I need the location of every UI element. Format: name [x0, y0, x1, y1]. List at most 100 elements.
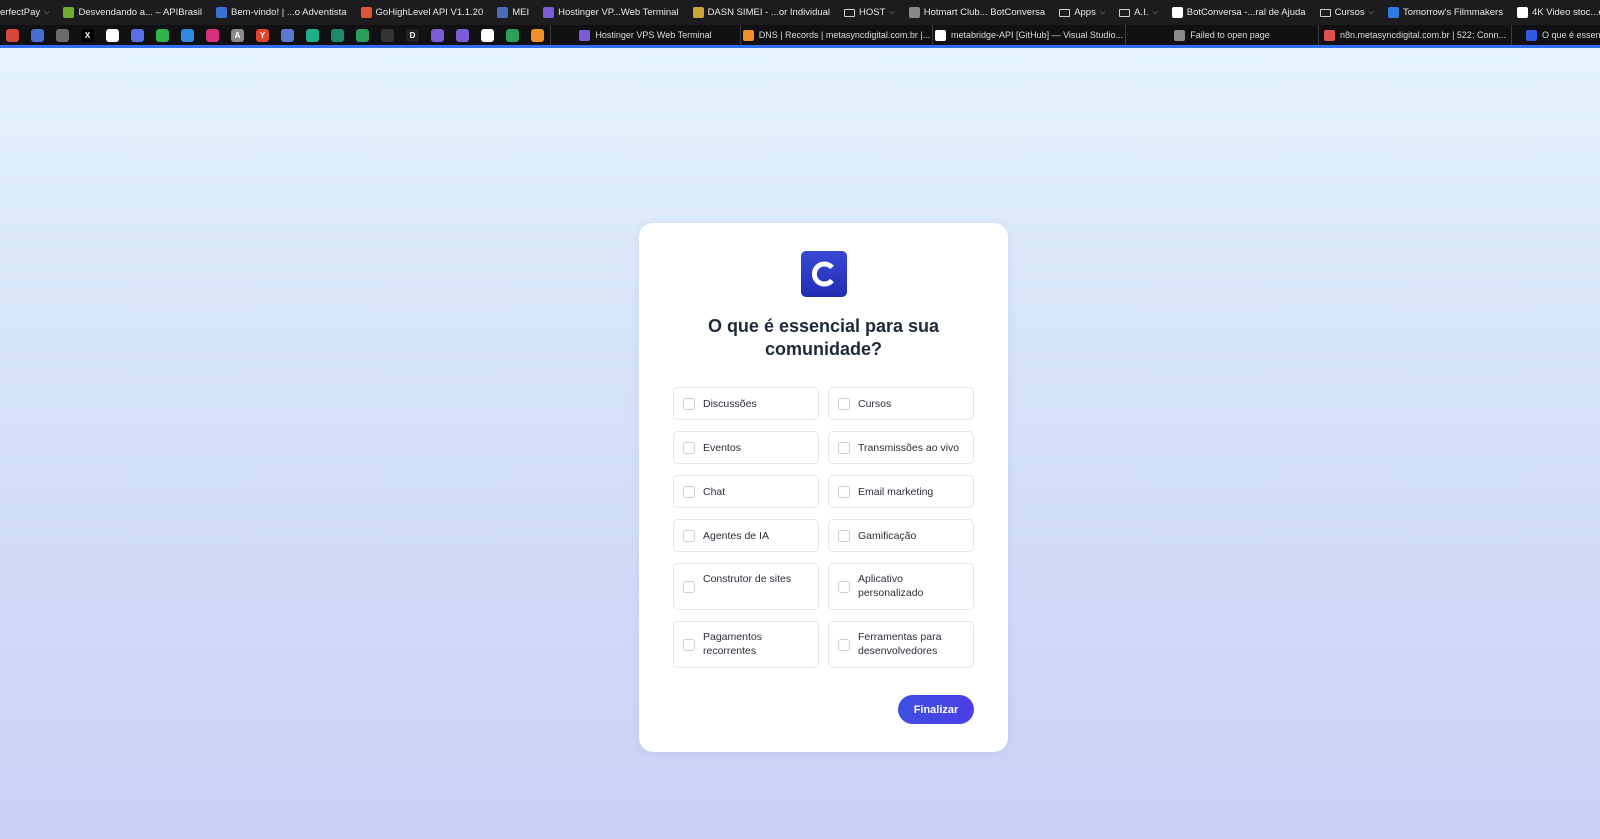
- evernote-icon: [156, 28, 169, 42]
- logo-c-icon: [811, 261, 834, 287]
- tab-label: Failed to open page: [1190, 30, 1270, 40]
- bookmark-label: DASN SIMEI - ...or Individual: [707, 7, 831, 18]
- pinned-tab[interactable]: [325, 25, 350, 45]
- pinned-tab[interactable]: [450, 25, 475, 45]
- option-card[interactable]: Transmissões ao vivo: [828, 431, 974, 464]
- bookmark-label: Bem-vindo! | ...o Adventista: [231, 7, 347, 18]
- hostinger-icon: [431, 28, 444, 42]
- onboarding-card: O que é essencial para sua comunidade? D…: [639, 223, 1008, 752]
- pinned-tab[interactable]: [275, 25, 300, 45]
- option-card[interactable]: Aplicativo personalizado: [828, 563, 974, 610]
- browser-tab[interactable]: DNS | Records | metasyncdigital.com.br |…: [740, 25, 932, 45]
- bookmark-item[interactable]: HOST ⌵: [844, 7, 895, 18]
- option-label: Construtor de sites: [703, 573, 792, 585]
- bookmark-item[interactable]: DASN SIMEI - ...or Individual: [692, 7, 831, 18]
- option-label: Transmissões ao vivo: [858, 442, 960, 454]
- favicon-icon: [1516, 7, 1528, 18]
- bookmark-item[interactable]: Bem-vindo! | ...o Adventista: [216, 7, 347, 18]
- pinned-tab[interactable]: D: [400, 25, 425, 45]
- bookmark-label: Cursos: [1334, 7, 1365, 18]
- pinned-tab[interactable]: [200, 25, 225, 45]
- option-label: Chat: [703, 486, 726, 498]
- pinned-tab[interactable]: [350, 25, 375, 45]
- bookmark-item[interactable]: Apps ⌵: [1059, 7, 1105, 18]
- bookmark-label: Hostinger VP...Web Terminal: [558, 7, 679, 18]
- bookmark-item[interactable]: GoHighLevel API V1.1.20: [360, 7, 483, 18]
- option-checkbox[interactable]: [838, 638, 850, 651]
- notion-icon: [106, 28, 119, 42]
- option-card[interactable]: Agentes de IA: [673, 519, 819, 552]
- browser-tab[interactable]: Failed to open page: [1125, 25, 1318, 45]
- option-checkbox[interactable]: [838, 529, 850, 542]
- option-card[interactable]: Gamificação: [828, 519, 974, 552]
- bookmark-item[interactable]: A.I. ⌵: [1119, 7, 1158, 18]
- tab-label: metabridge-API [GitHub] — Visual Studio.…: [951, 30, 1123, 40]
- option-checkbox[interactable]: [683, 441, 695, 454]
- option-card[interactable]: Cursos: [828, 387, 974, 420]
- browser-tab[interactable]: metabridge-API [GitHub] — Visual Studio.…: [932, 25, 1125, 45]
- option-checkbox[interactable]: [838, 397, 850, 410]
- pinned-tab[interactable]: [425, 25, 450, 45]
- tab-favicon-icon: [935, 29, 947, 41]
- pinned-tab[interactable]: X: [75, 25, 100, 45]
- d-icon: D: [406, 28, 419, 42]
- option-checkbox[interactable]: [683, 529, 695, 542]
- y-icon: Y: [256, 28, 269, 42]
- bookmark-item[interactable]: Tomorrow's Filmmakers: [1387, 7, 1503, 18]
- tab-label: O que é essencial para sua comunidade?: [1542, 30, 1600, 40]
- pinned-tab[interactable]: [100, 25, 125, 45]
- tab-favicon-icon: [742, 29, 754, 41]
- dash-icon: [381, 28, 394, 42]
- pinned-tab[interactable]: [525, 25, 550, 45]
- bookmark-label: Hotmart Club... BotConversa: [923, 7, 1046, 18]
- option-card[interactable]: Discussões: [673, 387, 819, 420]
- pinned-tab[interactable]: [0, 25, 25, 45]
- tab-favicon-icon: [1526, 29, 1537, 41]
- option-card[interactable]: Chat: [673, 475, 819, 508]
- chevron-down-icon: ⌵: [1368, 8, 1374, 16]
- option-checkbox[interactable]: [683, 580, 695, 593]
- option-card[interactable]: Ferramentas para desenvolvedores: [828, 621, 974, 668]
- option-label: Pagamentos recorrentes: [703, 631, 762, 657]
- option-card[interactable]: Pagamentos recorrentes: [673, 621, 819, 668]
- bookmark-item[interactable]: MEI: [497, 7, 529, 18]
- browser-tab[interactable]: O que é essencial para sua comunidade?: [1511, 25, 1600, 45]
- option-checkbox[interactable]: [838, 485, 850, 498]
- openai-icon: [331, 28, 344, 42]
- a-icon: A: [231, 28, 244, 42]
- option-checkbox[interactable]: [838, 580, 850, 593]
- bookmark-item[interactable]: erfectPay ⌵: [0, 7, 49, 18]
- option-checkbox[interactable]: [683, 638, 695, 651]
- pinned-tab[interactable]: Y: [250, 25, 275, 45]
- option-card[interactable]: Eventos: [673, 431, 819, 464]
- bookmark-item[interactable]: Hotmart Club... BotConversa: [908, 7, 1046, 18]
- pinned-tab[interactable]: [125, 25, 150, 45]
- pinned-tab[interactable]: [300, 25, 325, 45]
- pinned-tab[interactable]: [50, 25, 75, 45]
- pinned-tab[interactable]: [500, 25, 525, 45]
- bookmark-item[interactable]: 4K Video stoc...etes - iStock: [1516, 7, 1600, 18]
- pinned-tab[interactable]: [175, 25, 200, 45]
- pinned-tab[interactable]: A: [225, 25, 250, 45]
- bookmark-item[interactable]: BotConversa -...ral de Ajuda: [1171, 7, 1306, 18]
- pinned-tab[interactable]: [475, 25, 500, 45]
- browser-tab[interactable]: n8n.metasyncdigital.com.br | 522: Conn..…: [1318, 25, 1511, 45]
- option-label: Ferramentas para desenvolvedores: [858, 631, 942, 657]
- option-checkbox[interactable]: [838, 441, 850, 454]
- pinned-tab[interactable]: [375, 25, 400, 45]
- favicon-icon: [497, 7, 509, 18]
- bookmark-item[interactable]: Hostinger VP...Web Terminal: [543, 7, 679, 18]
- bookmark-item[interactable]: Desvendando a... – APIBrasil: [63, 7, 202, 18]
- pinned-tab[interactable]: [150, 25, 175, 45]
- finalizar-button[interactable]: Finalizar: [898, 695, 974, 724]
- option-label: Agentes de IA: [703, 530, 769, 542]
- browser-tab[interactable]: Hostinger VPS Web Terminal: [550, 25, 740, 45]
- option-card[interactable]: Construtor de sites: [673, 563, 819, 610]
- pinned-tab[interactable]: [25, 25, 50, 45]
- option-card[interactable]: Email marketing: [828, 475, 974, 508]
- bookmark-item[interactable]: Cursos ⌵: [1319, 7, 1374, 18]
- option-checkbox[interactable]: [683, 397, 695, 410]
- bookmark-label: erfectPay: [0, 7, 41, 18]
- option-checkbox[interactable]: [683, 485, 695, 498]
- favicon-icon: [543, 7, 555, 18]
